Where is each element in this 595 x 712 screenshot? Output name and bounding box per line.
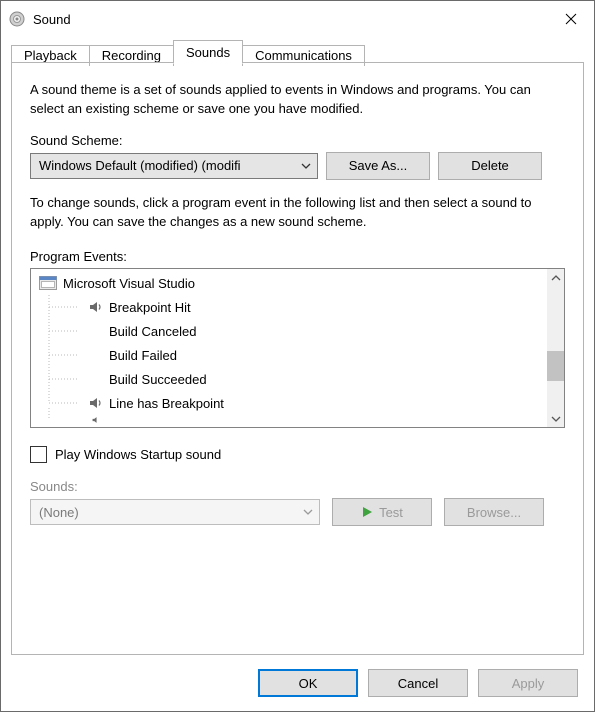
tree-item-label: Build Canceled bbox=[109, 324, 196, 339]
tab-playback[interactable]: Playback bbox=[11, 45, 90, 66]
sound-scheme-row: Windows Default (modified) (modifi Save … bbox=[30, 152, 565, 180]
tab-recording[interactable]: Recording bbox=[89, 45, 174, 66]
tree-root-label: Microsoft Visual Studio bbox=[63, 276, 195, 291]
window-title: Sound bbox=[33, 12, 548, 27]
chevron-down-icon bbox=[303, 507, 313, 517]
tab-communications[interactable]: Communications bbox=[242, 45, 365, 66]
sounds-panel: A sound theme is a set of sounds applied… bbox=[11, 63, 584, 655]
dialog-footer: OK Cancel Apply bbox=[1, 655, 594, 711]
tree-item-label: Build Succeeded bbox=[109, 372, 207, 387]
tree-item[interactable]: Build Succeeded bbox=[31, 367, 547, 391]
speaker-icon bbox=[87, 396, 105, 410]
sounds-label: Sounds: bbox=[30, 479, 565, 494]
sound-scheme-dropdown[interactable]: Windows Default (modified) (modifi bbox=[30, 153, 318, 179]
chevron-down-icon bbox=[301, 161, 311, 171]
play-icon bbox=[361, 506, 373, 518]
scroll-up-button[interactable] bbox=[547, 269, 564, 286]
tab-bar: Playback Recording Sounds Communications bbox=[1, 37, 594, 63]
tree-item-label: Breakpoint Hit bbox=[109, 300, 191, 315]
tree-connector bbox=[31, 295, 87, 319]
tree-connector bbox=[31, 343, 87, 367]
sound-scheme-label: Sound Scheme: bbox=[30, 133, 565, 148]
scroll-down-button[interactable] bbox=[547, 410, 564, 427]
save-as-button[interactable]: Save As... bbox=[326, 152, 430, 180]
titlebar: Sound bbox=[1, 1, 594, 37]
scrollbar[interactable] bbox=[547, 269, 564, 427]
close-button[interactable] bbox=[548, 1, 594, 37]
startup-sound-checkbox[interactable] bbox=[30, 446, 47, 463]
browse-button[interactable]: Browse... bbox=[444, 498, 544, 526]
sounds-value: (None) bbox=[39, 505, 299, 520]
tree-connector bbox=[31, 408, 87, 427]
scroll-track[interactable] bbox=[547, 286, 564, 410]
change-sounds-description: To change sounds, click a program event … bbox=[30, 194, 565, 232]
speaker-app-icon bbox=[9, 11, 25, 27]
startup-sound-label: Play Windows Startup sound bbox=[55, 447, 221, 462]
tree-item[interactable]: Build Canceled bbox=[31, 319, 547, 343]
test-button-label: Test bbox=[379, 505, 403, 520]
sound-dialog: Sound Playback Recording Sounds Communic… bbox=[0, 0, 595, 712]
tree-root[interactable]: Microsoft Visual Studio bbox=[31, 271, 547, 295]
speaker-icon bbox=[87, 416, 105, 424]
cancel-button[interactable]: Cancel bbox=[368, 669, 468, 697]
tree-item[interactable]: Build Failed bbox=[31, 343, 547, 367]
tree-connector bbox=[31, 319, 87, 343]
tree-connector bbox=[31, 367, 87, 391]
no-sound-icon bbox=[87, 372, 105, 386]
no-sound-icon bbox=[87, 324, 105, 338]
tree-item[interactable]: Breakpoint Hit bbox=[31, 295, 547, 319]
sounds-row: (None) Test Browse... bbox=[30, 498, 565, 526]
delete-button[interactable]: Delete bbox=[438, 152, 542, 180]
sound-scheme-value: Windows Default (modified) (modifi bbox=[39, 158, 297, 173]
scroll-thumb[interactable] bbox=[547, 351, 564, 381]
program-icon bbox=[37, 276, 59, 290]
startup-sound-row: Play Windows Startup sound bbox=[30, 446, 565, 463]
program-events-items: Microsoft Visual Studio Breakpoint Hit Bu… bbox=[31, 269, 547, 427]
tab-sounds[interactable]: Sounds bbox=[173, 40, 243, 64]
no-sound-icon bbox=[87, 348, 105, 362]
program-events-list[interactable]: Microsoft Visual Studio Breakpoint Hit Bu… bbox=[30, 268, 565, 428]
tree-item[interactable]: Line has Breakpoint bbox=[31, 391, 547, 415]
apply-button[interactable]: Apply bbox=[478, 669, 578, 697]
ok-button[interactable]: OK bbox=[258, 669, 358, 697]
program-events-label: Program Events: bbox=[30, 249, 565, 264]
tree-item-label: Build Failed bbox=[109, 348, 177, 363]
tree-item-partial bbox=[31, 415, 547, 425]
speaker-icon bbox=[87, 300, 105, 314]
theme-description: A sound theme is a set of sounds applied… bbox=[30, 81, 565, 119]
sounds-dropdown[interactable]: (None) bbox=[30, 499, 320, 525]
tree-item-label: Line has Breakpoint bbox=[109, 396, 224, 411]
test-button[interactable]: Test bbox=[332, 498, 432, 526]
